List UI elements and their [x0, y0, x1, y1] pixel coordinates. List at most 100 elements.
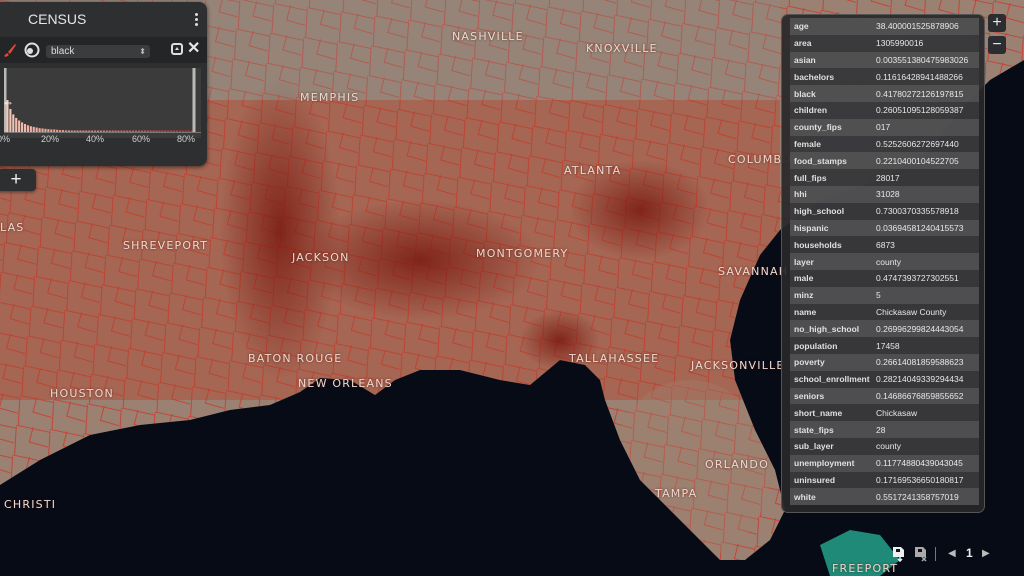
histogram-bar	[146, 130, 149, 132]
zoom-in-button[interactable]: +	[988, 14, 1006, 32]
toolbar-divider	[935, 547, 936, 561]
attribute-value: Chickasaw	[876, 407, 918, 418]
remove-layer-button[interactable]: ✕	[187, 40, 200, 58]
attribute-value: 0.14686676859855652	[876, 390, 964, 401]
histogram-bar	[108, 130, 111, 132]
attribute-row-minz: minz 5	[790, 286, 979, 304]
attribute-row-bachelors: bachelors 0.11616428941488266	[790, 68, 979, 86]
attribute-value: 0.28214049339294434	[876, 374, 964, 385]
attribute-value: 0.03694581240415573	[876, 222, 964, 233]
attribute-value: 0.41780272126197815	[876, 88, 964, 99]
histogram-bar	[143, 130, 146, 132]
histogram-bar	[35, 127, 38, 132]
city-label-shreveport: SHREVEPORT	[123, 239, 209, 252]
histogram-bar	[105, 130, 108, 132]
attribute-key: sub_layer	[794, 441, 834, 452]
zoom-out-button[interactable]: −	[988, 36, 1006, 54]
histogram-bar	[137, 130, 141, 132]
histogram-tick-40: 40%	[86, 134, 105, 144]
histogram-bar	[134, 130, 138, 132]
histogram-bar	[53, 129, 56, 132]
histogram-bar	[61, 130, 65, 132]
color-palette-icon[interactable]	[24, 42, 40, 58]
attribute-key: area	[794, 38, 812, 49]
attribute-key: short_name	[794, 407, 843, 418]
attribute-row-seniors: seniors 0.14686676859855652	[790, 387, 979, 405]
histogram-bar	[88, 130, 91, 132]
histogram-bar	[149, 130, 152, 132]
histogram-bar	[47, 129, 50, 132]
attribute-value: 0.17169536650180817	[876, 474, 964, 485]
attribute-row-unemployment: unemployment 0.11774880439043045	[790, 454, 979, 472]
attribute-key: black	[794, 88, 816, 99]
attribute-key: uninsured	[794, 474, 836, 485]
histogram-bar	[21, 122, 24, 132]
city-label-houston: HOUSTON	[50, 387, 114, 400]
histogram-tick-0: 0%	[0, 134, 11, 144]
attribute-row-poverty: poverty 0.26614081859588623	[790, 353, 979, 371]
next-page-button[interactable]: ▶	[982, 548, 990, 559]
histogram-bar	[56, 129, 59, 132]
histogram-bar	[50, 129, 53, 132]
attribute-key: asian	[794, 54, 816, 65]
attribute-value: 0.11616428941488266	[876, 71, 963, 82]
layer-toolbar: black ⬍ ✕	[0, 37, 207, 63]
attribute-row-white: white 0.5517241358757019	[790, 488, 979, 506]
attribute-key: children	[794, 105, 828, 116]
paintbrush-icon[interactable]	[2, 42, 18, 58]
histogram-max-handle[interactable]	[192, 68, 196, 132]
attribute-key: population	[794, 340, 838, 351]
histogram-bar	[181, 130, 184, 132]
histogram-bar	[58, 130, 62, 132]
attribute-value: 17458	[876, 340, 900, 351]
histogram-bar	[178, 130, 181, 132]
attribute-value: 5	[876, 290, 881, 301]
attribute-select[interactable]: black ⬍	[46, 45, 150, 58]
histogram-bar	[184, 130, 187, 132]
histogram-bar	[167, 130, 170, 132]
histogram-bar	[44, 128, 47, 132]
histogram-bar	[172, 130, 176, 132]
histogram-bar	[38, 128, 41, 132]
attribute-key: households	[794, 239, 842, 250]
more-options-icon[interactable]	[191, 12, 201, 28]
histogram-tick-20: 20%	[41, 134, 60, 144]
collapse-layer-button[interactable]	[171, 43, 183, 55]
histogram-bar	[67, 130, 70, 132]
histogram-bar	[94, 130, 97, 132]
city-label-jackson: JACKSON	[292, 251, 350, 264]
histogram-bar	[117, 130, 120, 132]
clear-view-icon[interactable]	[914, 546, 928, 562]
save-view-icon[interactable]	[892, 546, 906, 562]
city-label-baton-rouge: BATON ROUGE	[248, 352, 343, 365]
attribute-value: 0.5252606272697440	[876, 138, 959, 149]
histogram-bar	[23, 124, 27, 132]
histogram-bar	[32, 126, 35, 132]
attribute-key: bachelors	[794, 71, 835, 82]
attribute-key: male	[794, 273, 814, 284]
add-layer-button[interactable]: +	[0, 169, 36, 191]
attribute-value: 0.26051095128059387	[876, 105, 964, 116]
city-label-dallas: LAS	[0, 221, 25, 234]
attribute-histogram[interactable]: ⇔	[4, 68, 201, 138]
attribute-value: 0.11774880439043045	[876, 458, 963, 469]
city-label-jacksonville: JACKSONVILLE	[691, 359, 785, 372]
attribute-value: 0.7300370335578918	[876, 206, 959, 217]
histogram-bar	[18, 120, 21, 132]
histogram-bar	[187, 130, 190, 132]
previous-page-button[interactable]: ◀	[948, 548, 956, 559]
attribute-value: 6873	[876, 239, 895, 250]
attribute-row-county-fips: county_fips 017	[790, 118, 979, 136]
city-label-new-orleans: NEW ORLEANS	[298, 377, 393, 390]
attribute-value: 0.2210400104522705	[876, 155, 959, 166]
histogram-bar	[26, 125, 29, 132]
histogram-bar	[9, 108, 12, 132]
histogram-bar	[175, 130, 178, 132]
attribute-key: high_school	[794, 206, 845, 217]
attribute-value: 0.26614081859588623	[876, 357, 964, 368]
city-label-savannah: SAVANNAH	[718, 265, 789, 278]
attribute-key: full_fips	[794, 172, 827, 183]
attribute-value: 0.5517241358757019	[876, 491, 959, 502]
attribute-value: 31028	[876, 189, 900, 200]
histogram-tick-60: 60%	[132, 134, 151, 144]
